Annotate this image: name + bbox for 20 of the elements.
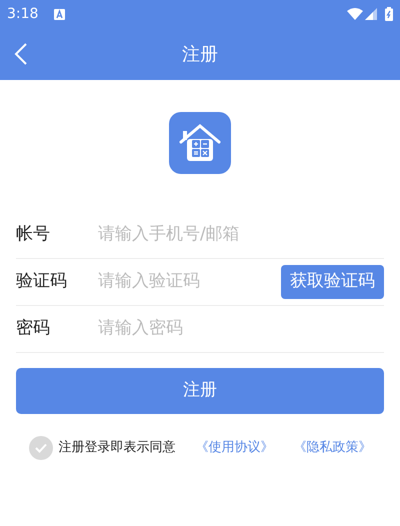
agreement-link[interactable]: 《使用协议》 — [196, 438, 274, 458]
agree-checkbox[interactable] — [28, 436, 52, 460]
page-title: 注册 — [182, 42, 218, 66]
agreement-link[interactable]: 《隐私政策》 — [294, 438, 372, 458]
input-field[interactable]: 请输入手机号/邮箱 — [98, 222, 384, 248]
register-button[interactable]: 注册 — [16, 368, 384, 414]
status-time: 3:18 — [7, 4, 38, 24]
notification-icon — [54, 8, 66, 20]
agreement-text: 注册登录即表示同意 — [58, 439, 176, 458]
get-code-button[interactable]: 获取验证码 — [281, 265, 384, 299]
battery-icon — [385, 7, 393, 21]
field-label: 帐号 — [16, 223, 51, 246]
field-label: 验证码 — [16, 270, 68, 294]
input-field[interactable]: 请输入密码 — [98, 316, 384, 342]
app-logo-icon — [169, 112, 231, 174]
input-field[interactable]: 请输入验证码 — [98, 269, 281, 295]
field-label: 密码 — [16, 317, 51, 340]
wifi-icon — [347, 8, 363, 20]
signal-icon — [365, 8, 377, 20]
check-icon — [34, 443, 46, 453]
